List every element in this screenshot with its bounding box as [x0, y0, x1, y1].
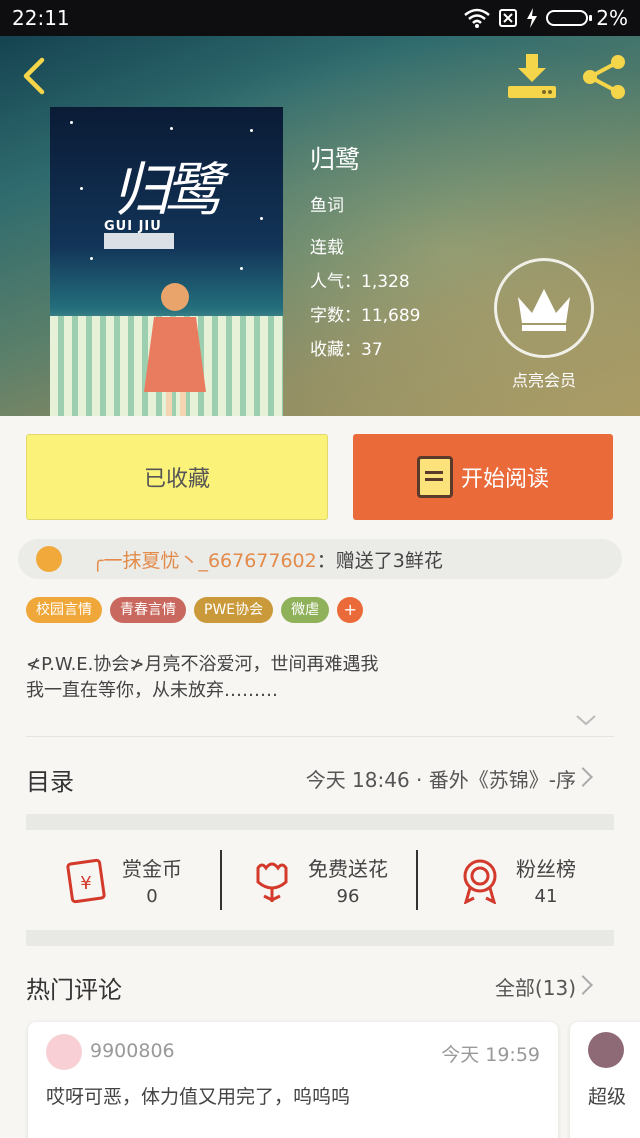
divider	[26, 736, 614, 737]
collected-button-label: 已收藏	[143, 467, 210, 492]
vip-button[interactable]	[494, 258, 594, 358]
collected-button[interactable]: 已收藏	[26, 434, 328, 520]
back-arrow-icon[interactable]	[14, 54, 58, 98]
comment-text: 超级	[588, 1086, 627, 1108]
action-value: 96	[336, 886, 360, 907]
book-favorites: 收藏：37	[310, 340, 383, 360]
comment-card[interactable]: 9900806 今天 19:59 哎呀可恶，体力值又用完了，呜呜呜	[28, 1022, 558, 1138]
share-icon[interactable]	[580, 52, 630, 102]
vertical-divider	[220, 850, 222, 910]
status-time: 22:11	[12, 6, 70, 30]
cover-subtitle: GUI JIU	[104, 219, 162, 234]
section-separator	[26, 930, 614, 946]
action-label: 赏金币	[122, 857, 182, 881]
start-reading-label: 开始阅读	[460, 467, 549, 492]
vertical-divider	[416, 850, 418, 910]
avatar[interactable]	[46, 1034, 82, 1070]
reward-coins-button[interactable]: ¥ 赏金币 0	[62, 850, 182, 910]
red-envelope-icon: ¥	[66, 858, 106, 904]
book-status: 连载	[310, 238, 344, 258]
gift-user: ╭一抹夏忧丶_667677602	[92, 549, 317, 572]
battery-percent: 2%	[596, 6, 628, 30]
book-word-count: 字数：11,689	[310, 306, 421, 326]
tag-item[interactable]: 校园言情	[26, 597, 102, 623]
comment-time: 今天 19:59	[441, 1044, 540, 1066]
book-title: 归鹭	[310, 145, 361, 174]
comment-text: 哎呀可恶，体力值又用完了，呜呜呜	[46, 1086, 351, 1108]
action-value: 41	[534, 886, 558, 907]
comment-username[interactable]: 9900806	[90, 1040, 175, 1062]
description-line: 我一直在等你，从未放弃………	[26, 680, 278, 701]
charging-icon	[527, 8, 538, 28]
svg-text:¥: ¥	[80, 873, 91, 894]
tag-list: 校园言情 青春言情 PWE协会 微虐 +	[26, 597, 364, 623]
cover-caption-box	[104, 233, 174, 249]
add-tag-button[interactable]: +	[337, 597, 364, 623]
book-author[interactable]: 鱼词	[310, 191, 344, 216]
chevron-down-icon[interactable]	[574, 710, 598, 730]
cover-girl-illustration	[144, 283, 206, 416]
description-line: ≮P.W.E.协会≯月亮不浴爱河，世间再难遇我	[26, 654, 379, 675]
status-bar: 22:11 2%	[0, 0, 640, 36]
free-flower-button[interactable]: 免费送花 96	[248, 850, 388, 910]
tag-item[interactable]: PWE协会	[194, 597, 274, 623]
tag-item[interactable]: 青春言情	[110, 597, 186, 623]
tag-item[interactable]: 微虐	[281, 597, 330, 623]
chevron-right-icon[interactable]	[573, 767, 593, 787]
avatar[interactable]	[588, 1032, 624, 1068]
hot-comments-label: 热门评论	[26, 976, 122, 1004]
cover-title-art: 归鹭	[112, 156, 222, 224]
battery-icon	[546, 10, 593, 26]
book-description[interactable]: ≮P.W.E.协会≯月亮不浴爱河，世间再难遇我 我一直在等你，从未放弃………	[26, 652, 616, 704]
section-separator	[26, 814, 614, 830]
download-icon[interactable]	[504, 52, 560, 102]
clap-icon	[36, 546, 62, 572]
book-popularity: 人气：1,328	[310, 272, 410, 292]
vip-label: 点亮会员	[511, 371, 576, 390]
toc-label[interactable]: 目录	[26, 762, 74, 797]
toc-latest-chapter[interactable]: 今天 18:46 · 番外《苏锦》-序	[306, 764, 576, 793]
flower-icon	[256, 862, 288, 902]
action-label: 粉丝榜	[516, 857, 576, 881]
action-label: 免费送花	[308, 857, 388, 881]
action-value: 0	[146, 886, 158, 907]
gift-text: ：赠送了3鲜花	[316, 549, 443, 572]
chevron-right-icon[interactable]	[573, 975, 593, 995]
all-comments-link[interactable]: 全部(13)	[495, 972, 576, 1001]
book-icon	[416, 456, 453, 498]
book-cover[interactable]: 归鹭 GUI JIU	[50, 107, 283, 416]
comment-card[interactable]: 超级	[570, 1022, 640, 1138]
fan-ranking-button[interactable]: 粉丝榜 41	[456, 850, 576, 910]
no-sim-icon	[499, 9, 518, 27]
gift-notice[interactable]: ╭一抹夏忧丶_667677602 ：赠送了3鲜花	[18, 539, 622, 579]
crown-icon	[518, 289, 570, 331]
wifi-icon	[464, 8, 491, 28]
start-reading-button[interactable]: 开始阅读	[353, 434, 613, 520]
medal-icon	[463, 859, 497, 904]
